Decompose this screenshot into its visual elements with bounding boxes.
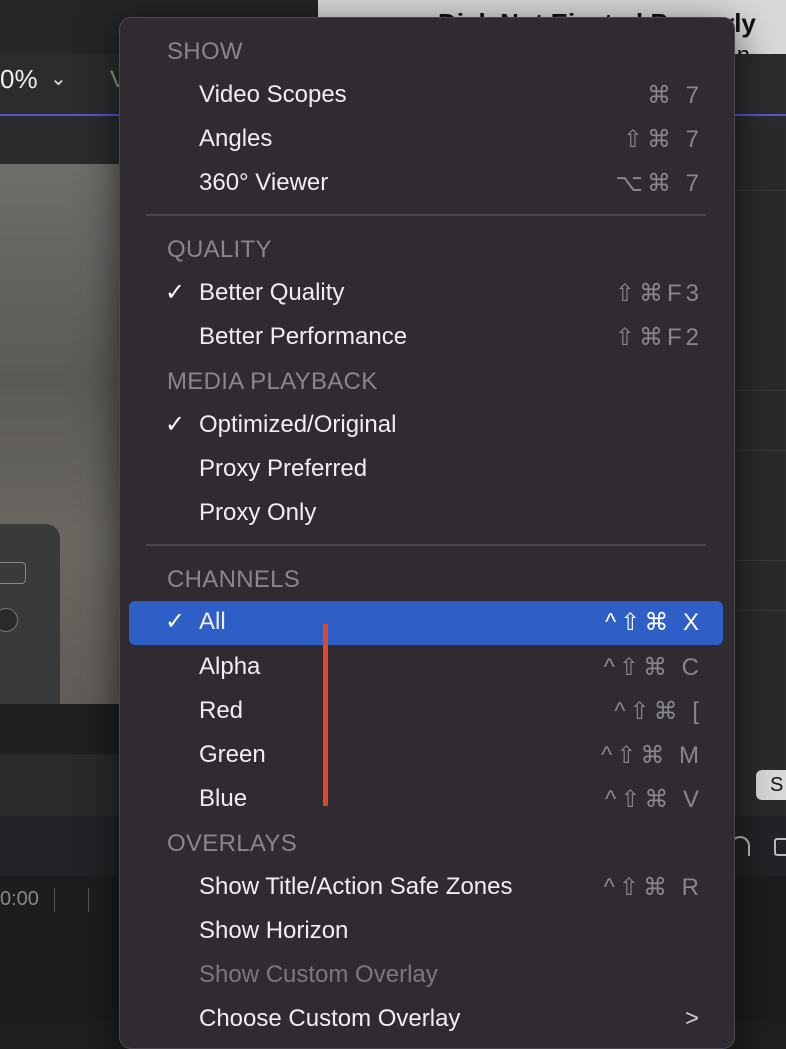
timeline-tick — [88, 888, 89, 912]
chevron-right-icon: > — [684, 1005, 699, 1032]
timeline-tick — [54, 888, 55, 912]
menu-separator — [146, 544, 706, 546]
annotation-marker — [323, 624, 328, 806]
timecode-label: 0:00 — [0, 888, 39, 910]
skimming-icon[interactable] — [774, 838, 786, 856]
divider — [734, 560, 786, 561]
shortcut-label: ⌥⌘ 7 — [615, 170, 703, 197]
video-preview — [0, 164, 122, 704]
shortcut-label: ^⇧⌘ C — [603, 654, 703, 681]
menu-item-label: Show Horizon — [199, 917, 349, 944]
zoom-level[interactable]: 0% — [0, 64, 38, 95]
menu-item-video-scopes[interactable]: Video Scopes ⌘ 7 — [129, 74, 723, 118]
menu-item-label: Better Performance — [199, 323, 408, 350]
menu-item-proxy-preferred[interactable]: Proxy Preferred — [129, 448, 723, 492]
shortcut-label: ⇧⌘F3 — [614, 280, 703, 307]
share-button[interactable]: S — [756, 770, 786, 800]
menu-item-angles[interactable]: Angles ⇧⌘ 7 — [129, 118, 723, 162]
menu-item-all[interactable]: ✓ All ^⇧⌘ X — [129, 601, 723, 645]
shortcut-label: ^⇧⌘ X — [604, 609, 703, 636]
shortcut-label: ⇧⌘F2 — [614, 324, 703, 351]
menu-item-label: 360° Viewer — [199, 169, 329, 196]
menu-item-label: Optimized/Original — [199, 411, 397, 438]
shortcut-label: ^⇧⌘ R — [603, 874, 703, 901]
section-header-quality: QUALITY — [167, 236, 272, 263]
menu-item-label: Alpha — [199, 653, 261, 680]
section-header-channels: CHANNELS — [167, 566, 301, 593]
menu-item-optimized-original[interactable]: ✓ Optimized/Original — [129, 404, 723, 448]
menu-item-label: All — [199, 608, 226, 635]
shortcut-label: ⌘ 7 — [646, 82, 703, 109]
checkmark-icon: ✓ — [165, 411, 186, 438]
divider — [734, 390, 786, 391]
menu-item-360-viewer[interactable]: 360° Viewer ⌥⌘ 7 — [129, 162, 723, 206]
chevron-down-icon[interactable]: ⌄ — [50, 66, 67, 91]
menu-item-green[interactable]: Green ^⇧⌘ M — [129, 734, 723, 778]
shortcut-label: ^⇧⌘ V — [604, 786, 703, 813]
menu-separator — [146, 214, 706, 216]
menu-item-label: Blue — [199, 785, 248, 812]
menu-item-better-performance[interactable]: Better Performance ⇧⌘F2 — [129, 316, 723, 360]
menu-item-blue[interactable]: Blue ^⇧⌘ V — [129, 778, 723, 822]
view-dropdown-menu: SHOW Video Scopes ⌘ 7 Angles ⇧⌘ 7 360° V… — [119, 17, 735, 1049]
menu-item-label: Red — [199, 697, 244, 724]
section-header-overlays: OVERLAYS — [167, 830, 298, 857]
menu-item-show-safe-zones[interactable]: Show Title/Action Safe Zones ^⇧⌘ R — [129, 866, 723, 910]
menu-item-label: Green — [199, 741, 266, 768]
menu-item-label: Show Custom Overlay — [199, 961, 438, 988]
checkmark-icon: ✓ — [165, 608, 186, 635]
shortcut-label: ^⇧⌘ [ — [614, 698, 703, 725]
shortcut-label: ^⇧⌘ M — [600, 742, 703, 769]
menu-item-show-horizon[interactable]: Show Horizon — [129, 910, 723, 954]
menu-item-red[interactable]: Red ^⇧⌘ [ — [129, 690, 723, 734]
section-header-media-playback: MEDIA PLAYBACK — [167, 368, 378, 395]
menu-item-alpha[interactable]: Alpha ^⇧⌘ C — [129, 646, 723, 690]
divider — [734, 450, 786, 451]
menu-item-label: Video Scopes — [199, 81, 347, 108]
menu-item-label: Better Quality — [199, 279, 345, 306]
shortcut-label: ⇧⌘ 7 — [622, 126, 703, 153]
menu-item-label: Show Title/Action Safe Zones — [199, 873, 513, 900]
menu-item-show-custom-overlay: Show Custom Overlay — [129, 954, 723, 998]
menu-item-label: Proxy Preferred — [199, 455, 368, 482]
checkmark-icon: ✓ — [165, 279, 186, 306]
menu-item-choose-custom-overlay[interactable]: Choose Custom Overlay > — [129, 998, 723, 1042]
menu-item-label: Choose Custom Overlay — [199, 1005, 461, 1032]
menu-item-proxy-only[interactable]: Proxy Only — [129, 492, 723, 536]
menu-item-better-quality[interactable]: ✓ Better Quality ⇧⌘F3 — [129, 272, 723, 316]
section-header-show: SHOW — [167, 38, 243, 65]
device-button — [0, 562, 26, 584]
menu-item-label: Angles — [199, 125, 273, 152]
menu-item-label: Proxy Only — [199, 499, 317, 526]
divider — [734, 610, 786, 611]
divider — [734, 190, 786, 191]
